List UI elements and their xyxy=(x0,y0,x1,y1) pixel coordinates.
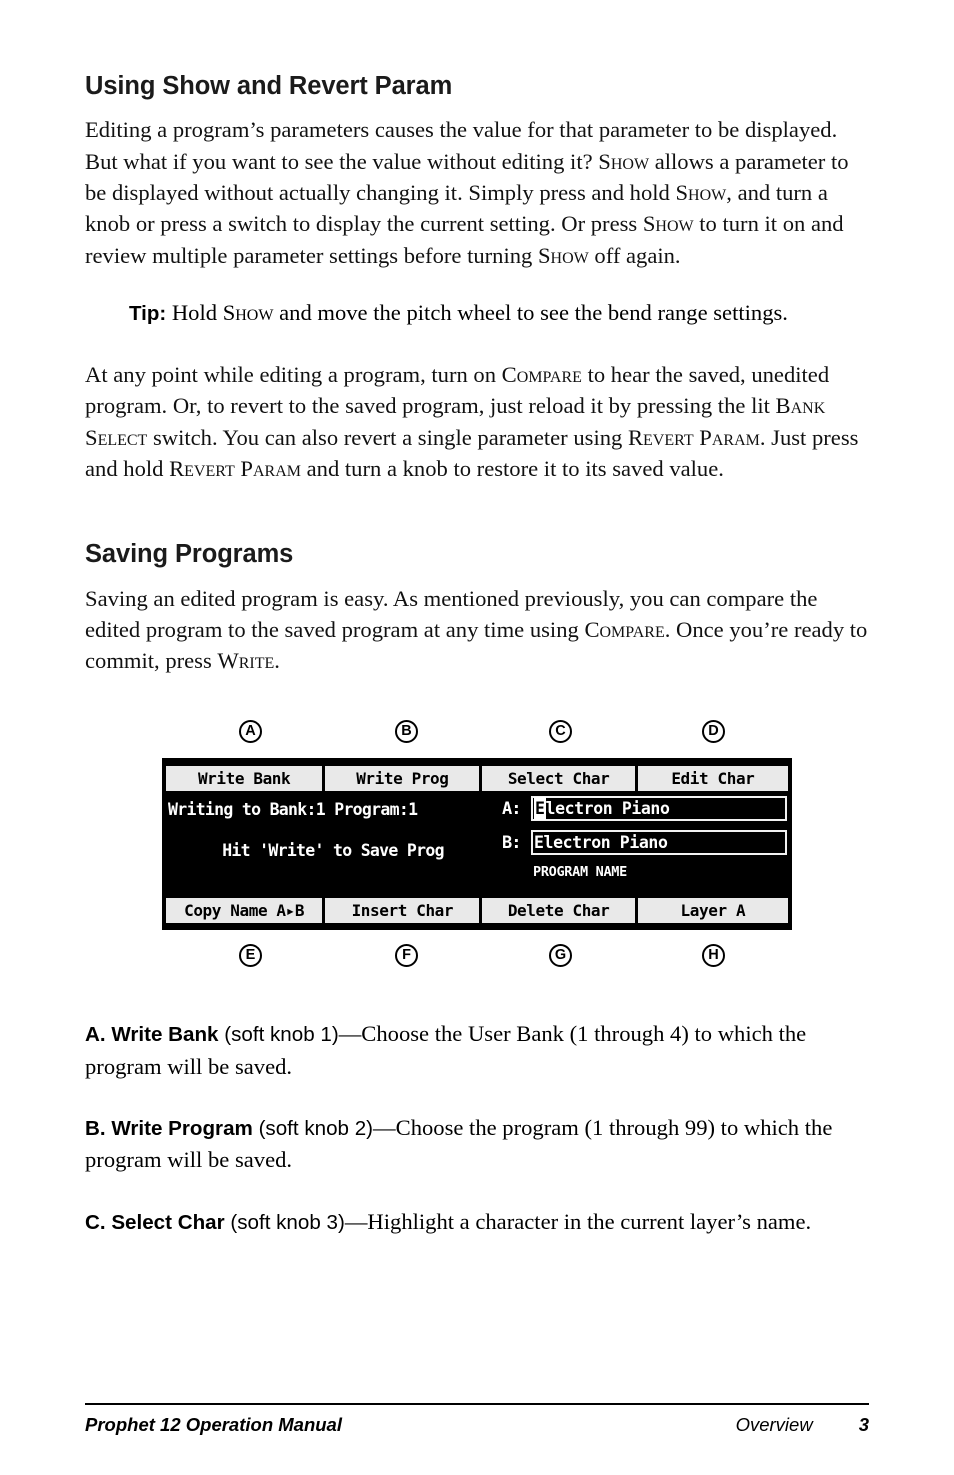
footer-manual-title: Prophet 12 Operation Manual xyxy=(85,1413,342,1435)
paragraph-show-description: Editing a program’s parameters causes th… xyxy=(85,114,869,270)
item-knob-ref: (soft knob 3) xyxy=(224,1210,345,1234)
item-title: A. Write Bank xyxy=(85,1023,219,1047)
control-name: Write xyxy=(217,648,275,674)
control-name: Revert Param xyxy=(627,424,760,450)
softkey-write-prog[interactable]: Write Prog xyxy=(325,766,480,792)
item-description: —Highlight a character in the current la… xyxy=(344,1208,812,1234)
text-run: and turn a knob to restore it to its sav… xyxy=(300,455,724,481)
item-knob-ref: (soft knob 2) xyxy=(252,1117,374,1141)
softkey-edit-char[interactable]: Edit Char xyxy=(637,766,788,792)
layer-a-name-remainder: lectron Piano xyxy=(545,799,670,819)
softkey-row-top: Write Bank Write Prog Select Char Edit C… xyxy=(166,766,788,792)
lcd-status-area: Writing to Bank:1 Program:1 Hit 'Write' … xyxy=(168,800,498,860)
callout-label-e: E xyxy=(239,944,262,968)
tip-paragraph: Tip: Hold Show and move the pitch wheel … xyxy=(129,297,829,329)
list-item: C. Select Char (soft knob 3)—Highlight a… xyxy=(85,1206,869,1238)
softkey-select-char[interactable]: Select Char xyxy=(482,766,635,792)
layer-b-name-field[interactable]: Electron Piano xyxy=(531,830,787,856)
lcd-name-area: A: Electron Piano B: Electron Piano PROG… xyxy=(502,796,787,880)
item-knob-ref: (soft knob 1) xyxy=(218,1023,339,1047)
callout-label-d: D xyxy=(702,720,725,744)
tip-label: Tip: xyxy=(129,301,167,325)
footer-section-name: Overview xyxy=(735,1413,813,1435)
callout-label-c: C xyxy=(549,720,572,744)
text-run: off again. xyxy=(588,242,681,268)
manual-page: Using Show and Revert Param Editing a pr… xyxy=(0,0,954,1475)
layer-a-label: A: xyxy=(502,798,521,819)
control-name: Show xyxy=(537,242,589,268)
text-run: switch. You can also revert a single par… xyxy=(147,424,628,450)
control-name: Revert Param xyxy=(169,455,301,481)
paragraph-compare-revert: At any point while editing a program, tu… xyxy=(85,359,869,484)
program-name-caption: PROGRAM NAME xyxy=(533,864,627,881)
callout-label-h: H xyxy=(702,944,725,968)
page-footer: Prophet 12 Operation Manual Overview 3 xyxy=(85,1403,869,1436)
list-item: B. Write Program (soft knob 2)—Choose th… xyxy=(85,1112,869,1176)
layer-b-name-text: Electron Piano xyxy=(534,833,668,853)
callout-row-top: A B C D xyxy=(85,720,869,746)
lcd-status-line-hit-write: Hit 'Write' to Save Prog xyxy=(222,841,444,861)
control-name: Show xyxy=(675,179,727,205)
tip-text: Hold Show and move the pitch wheel to se… xyxy=(166,300,788,325)
control-name: Compare xyxy=(501,362,582,388)
tip-block: Tip: Hold Show and move the pitch wheel … xyxy=(129,297,829,329)
softkey-copy-name-a-to-b[interactable]: Copy Name A▸B xyxy=(166,898,323,924)
softkey-delete-char[interactable]: Delete Char xyxy=(482,898,635,924)
footer-text-row: Prophet 12 Operation Manual Overview 3 xyxy=(85,1414,869,1436)
footer-divider xyxy=(85,1403,869,1405)
callout-label-b: B xyxy=(395,720,418,744)
softkey-write-bank[interactable]: Write Bank xyxy=(166,766,323,792)
softkey-layer-a[interactable]: Layer A xyxy=(637,898,788,924)
control-name: Show xyxy=(222,299,274,325)
lcd-screen: Write Bank Write Prog Select Char Edit C… xyxy=(162,758,792,931)
layer-b-name-row: B: Electron Piano xyxy=(502,830,787,856)
item-title: B. Write Program xyxy=(85,1117,253,1141)
layer-a-name-field[interactable]: Electron Piano xyxy=(531,796,787,822)
page-number: 3 xyxy=(858,1413,869,1435)
text-run: and move the pitch wheel to see the bend… xyxy=(273,299,788,325)
control-name: Show xyxy=(598,148,650,174)
callout-label-a: A xyxy=(239,720,262,744)
page-title-using-show-and-revert-param: Using Show and Revert Param xyxy=(85,72,453,100)
control-name: Show xyxy=(642,211,694,237)
text-run: At any point while editing a program, tu… xyxy=(85,362,502,388)
text-run: . xyxy=(274,648,280,674)
layer-a-name-row: A: Electron Piano xyxy=(502,796,787,822)
footer-right-group: Overview 3 xyxy=(736,1414,869,1436)
control-name: Compare xyxy=(584,616,665,642)
list-item: A. Write Bank (soft knob 1)—Choose the U… xyxy=(85,1018,869,1082)
layer-b-label: B: xyxy=(502,832,521,853)
lcd-status-line-writing-to: Writing to Bank:1 Program:1 xyxy=(168,800,418,820)
layer-a-name-text: Electron Piano xyxy=(534,797,670,821)
text-run: Hold xyxy=(166,299,223,325)
name-cursor-highlight: E xyxy=(534,797,546,821)
softkey-row-bottom: Copy Name A▸B Insert Char Delete Char La… xyxy=(166,898,788,924)
callout-label-g: G xyxy=(549,944,572,968)
callout-row-bottom: E F G H xyxy=(85,944,869,970)
lcd-figure: A B C D Write Bank Write Prog Select Char E… xyxy=(85,720,869,972)
softkey-insert-char[interactable]: Insert Char xyxy=(325,898,480,924)
paragraph-saving-programs: Saving an edited program is easy. As men… xyxy=(85,583,869,677)
item-title: C. Select Char xyxy=(85,1210,225,1234)
page-content: Using Show and Revert Param Editing a pr… xyxy=(85,72,869,1238)
item-description-list: A. Write Bank (soft knob 1)—Choose the U… xyxy=(85,1018,869,1237)
page-title-saving-programs: Saving Programs xyxy=(85,540,294,569)
callout-label-f: F xyxy=(395,944,418,968)
